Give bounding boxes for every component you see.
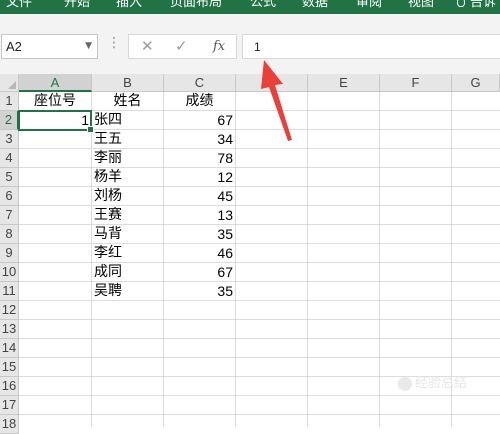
watermark-logo-icon	[398, 376, 412, 391]
watermark: 经验总结	[398, 372, 467, 391]
watermark-text: 经验总结	[415, 376, 468, 391]
annotation-arrow	[261, 60, 292, 141]
red-arrow-shape	[261, 60, 292, 141]
